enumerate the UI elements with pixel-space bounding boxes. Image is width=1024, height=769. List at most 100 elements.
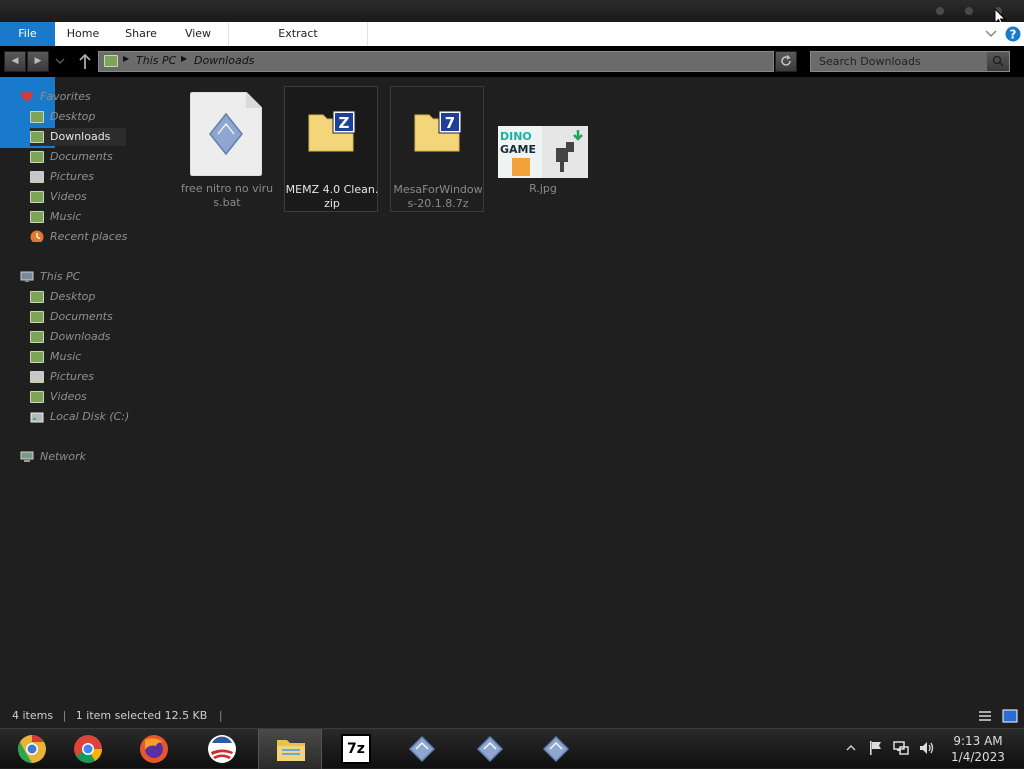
sidebar-item-local-disk[interactable]: Local Disk (C:) <box>30 408 150 426</box>
taskbar-app-button[interactable] <box>122 729 186 769</box>
sidebar-item-videos[interactable]: Videos <box>30 188 126 206</box>
chrome-canary-icon <box>18 735 46 763</box>
sidebar-item-pc-videos[interactable]: Videos <box>30 388 140 406</box>
sidebar-item-pc-downloads[interactable]: Downloads <box>30 328 140 346</box>
tab-share[interactable]: Share <box>114 22 168 46</box>
svg-text:?: ? <box>1010 28 1017 42</box>
large-icons-view-icon[interactable] <box>1002 709 1018 723</box>
taskbar-app-button-active[interactable] <box>258 729 322 769</box>
desktop-icon <box>30 291 44 303</box>
search-input[interactable]: Search Downloads <box>810 51 1010 72</box>
system-clock[interactable]: 9:13 AM 1/4/2023 <box>944 733 1012 765</box>
recent-locations-chevron-icon[interactable] <box>54 58 66 66</box>
batch-file-icon <box>408 735 436 763</box>
taskbar-app-button[interactable] <box>458 729 522 769</box>
this-pc-folder-icon <box>104 55 118 67</box>
svg-text:DINO: DINO <box>500 130 532 143</box>
batch-file-icon <box>190 92 262 176</box>
zip-archive-icon: Z <box>308 110 356 152</box>
file-item[interactable]: free nitro no virus.bat <box>180 86 274 212</box>
videos-folder-icon <box>30 191 44 203</box>
clock-date: 1/4/2023 <box>951 750 1005 764</box>
chevron-down-icon[interactable] <box>985 30 997 38</box>
sidebar-item-pc-desktop[interactable]: Desktop <box>30 288 140 306</box>
ribbon-tabs: File Home Share View Extract ? <box>0 22 1024 148</box>
file-item-selected[interactable]: Z MEMZ 4.0 Clean.zip <box>284 86 378 212</box>
taskbar: 7z 9:13 AM 1/4/2023 <box>0 728 1024 769</box>
taskbar-app-button[interactable] <box>0 729 64 769</box>
computer-icon <box>20 271 34 282</box>
selection-info: 1 item selected 12.5 KB <box>75 709 208 722</box>
recent-places-icon <box>30 230 44 242</box>
taskbar-app-button[interactable] <box>56 729 120 769</box>
status-divider: | <box>218 709 223 722</box>
file-name: free nitro no virus.bat <box>180 182 274 209</box>
music-folder-icon <box>30 351 44 363</box>
desktop-icon <box>30 111 44 123</box>
taskbar-app-button[interactable]: 7z <box>324 729 388 769</box>
title-bar <box>0 0 1024 27</box>
pictures-folder-icon <box>30 171 44 183</box>
documents-folder-icon <box>30 311 44 323</box>
forward-button[interactable]: ▶ <box>27 51 49 72</box>
file-list-view[interactable]: free nitro no virus.bat Z MEMZ 4.0 Clean… <box>180 78 1024 698</box>
minimize-button[interactable] <box>936 7 944 15</box>
sidebar-item-pc-pictures[interactable]: Pictures <box>30 368 140 386</box>
file-item[interactable]: 7 MesaForWindows-20.1.8.7z <box>390 86 484 212</box>
tab-home[interactable]: Home <box>56 22 110 46</box>
tab-view[interactable]: View <box>172 22 224 46</box>
sidebar-item-recent-places[interactable]: Recent places <box>30 228 140 246</box>
sidebar-item-pc-documents[interactable]: Documents <box>30 308 140 326</box>
breadcrumb-separator-icon: ▶ <box>181 54 188 63</box>
back-button[interactable]: ◀ <box>4 51 26 72</box>
sidebar-favorites[interactable]: Favorites <box>20 88 170 106</box>
sidebar-this-pc[interactable]: This PC <box>20 268 170 286</box>
breadcrumb-downloads[interactable]: Downloads <box>194 54 254 67</box>
file-name: MesaForWindows-20.1.8.7z <box>393 183 483 210</box>
search-icon <box>992 55 1004 67</box>
volume-icon[interactable] <box>918 740 936 756</box>
help-icon[interactable]: ? <box>1005 26 1021 42</box>
taskbar-app-button[interactable] <box>190 729 254 769</box>
downloads-folder-icon <box>30 331 44 343</box>
file-item[interactable]: DINO GAME R.jpg <box>496 86 590 212</box>
taskbar-app-button[interactable] <box>390 729 454 769</box>
breadcrumb-this-pc[interactable]: This PC <box>136 54 176 67</box>
tab-extract[interactable]: Extract <box>228 22 368 46</box>
batch-file-icon <box>542 735 570 763</box>
file-explorer-icon <box>277 740 305 761</box>
file-name: R.jpg <box>529 182 557 195</box>
details-view-icon[interactable] <box>978 709 992 723</box>
chrome-icon <box>74 735 102 763</box>
sidebar-item-documents[interactable]: Documents <box>30 148 126 166</box>
address-bar[interactable]: ▶ This PC ▶ Downloads <box>98 51 774 72</box>
file-name: MEMZ 4.0 Clean.zip <box>285 183 379 210</box>
network-status-icon[interactable] <box>892 740 910 756</box>
sidebar-network[interactable]: Network <box>20 448 170 466</box>
svg-text:7: 7 <box>445 114 455 132</box>
sidebar-item-downloads[interactable]: Downloads <box>30 128 126 146</box>
documents-folder-icon <box>30 151 44 163</box>
clock-time: 9:13 AM <box>953 734 1003 748</box>
show-hidden-icons-icon[interactable] <box>846 744 856 752</box>
status-bar: 4 items | 1 item selected 12.5 KB | <box>12 709 223 725</box>
pictures-folder-icon <box>30 371 44 383</box>
up-arrow-icon[interactable] <box>78 54 92 70</box>
sidebar-item-desktop[interactable]: Desktop <box>30 108 126 126</box>
svg-text:GAME: GAME <box>500 143 536 156</box>
sidebar-item-pictures[interactable]: Pictures <box>30 168 126 186</box>
music-folder-icon <box>30 211 44 223</box>
heart-icon <box>21 91 33 102</box>
7zip-icon: 7z <box>341 734 371 764</box>
batch-file-icon <box>476 735 504 763</box>
refresh-button[interactable] <box>775 51 797 72</box>
sidebar-item-pc-music[interactable]: Music <box>30 348 140 366</box>
action-center-flag-icon[interactable] <box>868 740 884 756</box>
search-button[interactable] <box>987 52 1009 71</box>
drive-icon <box>30 412 44 423</box>
sidebar-item-music[interactable]: Music <box>30 208 126 226</box>
status-divider: | <box>62 709 67 722</box>
search-placeholder: Search Downloads <box>819 55 921 68</box>
maximize-button[interactable] <box>965 7 973 15</box>
taskbar-app-button[interactable] <box>524 729 588 769</box>
